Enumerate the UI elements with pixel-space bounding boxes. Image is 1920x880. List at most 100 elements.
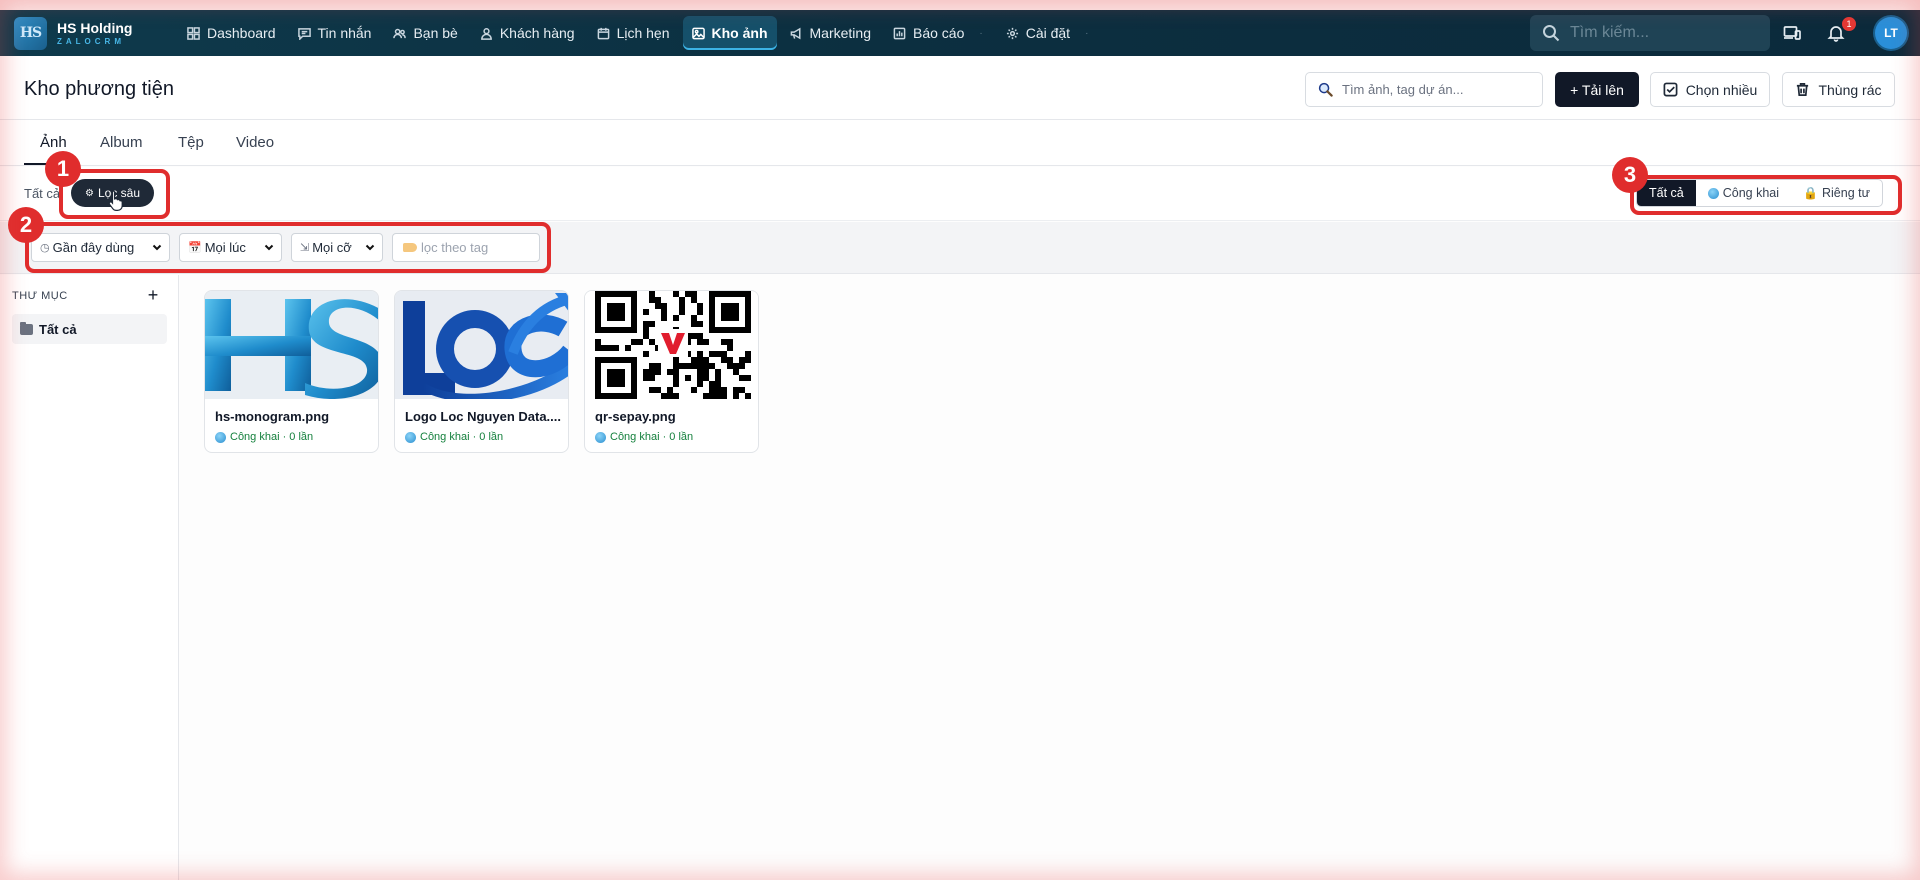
message-icon xyxy=(297,27,311,40)
global-search-input[interactable] xyxy=(1570,24,1750,42)
add-folder-button[interactable]: + xyxy=(145,285,161,306)
media-search-input[interactable] xyxy=(1342,82,1532,97)
tab-files[interactable]: Tệp xyxy=(178,134,204,151)
filter-all-link[interactable]: Tất cả xyxy=(24,186,60,201)
devices-button[interactable] xyxy=(1781,22,1803,44)
lock-icon: 🔒 xyxy=(1803,186,1818,200)
nav-item-label: Báo cáo xyxy=(912,25,965,41)
time-value: Mọi lúc xyxy=(204,240,246,255)
qr-code-graphic xyxy=(585,291,758,399)
visibility-all[interactable]: Tất cả xyxy=(1637,180,1696,206)
image-card[interactable]: hs-monogram.png Công khai · 0 lần xyxy=(204,290,379,453)
folder-item-all[interactable]: Tất cả xyxy=(12,314,167,344)
sort-select[interactable]: ◷ Gần đây dùng xyxy=(31,233,170,262)
brand-subtitle: ZALOCRM xyxy=(57,36,125,46)
tab-albums[interactable]: Album xyxy=(100,134,143,151)
nav-item-appointments[interactable]: Lịch hẹn xyxy=(588,16,679,50)
image-meta-text: Công khai · 0 lần xyxy=(420,431,504,443)
gear-icon xyxy=(1006,27,1018,39)
image-meta: Công khai · 0 lần xyxy=(595,431,693,443)
trash-icon xyxy=(1797,83,1809,96)
advanced-filter-bar: ◷ Gần đây dùng 📅 Mọi lúc ⇲ Mọi cỡ lọc th… xyxy=(0,222,1920,274)
separator-dot: · xyxy=(979,27,983,39)
avatar[interactable]: LT xyxy=(1875,17,1907,49)
image-meta-text: Công khai · 0 lần xyxy=(610,431,694,443)
folder-sidebar: THƯ MỤC + Tất cả xyxy=(0,275,179,880)
nav-item-friends[interactable]: Bạn bè xyxy=(384,16,466,50)
gear-icon: ⚙ xyxy=(85,187,94,199)
tag-filter-input[interactable]: lọc theo tag xyxy=(392,233,540,262)
nav-item-reports[interactable]: Báo cáo xyxy=(884,16,973,50)
nav-item-marketing[interactable]: Marketing xyxy=(781,16,880,50)
multi-select-button[interactable]: Chọn nhiều xyxy=(1650,72,1770,107)
visibility-public-label: Công khai xyxy=(1722,186,1780,200)
nav-item-label: Tin nhắn xyxy=(317,25,372,41)
annotation-badge-1: 1 xyxy=(45,151,81,187)
nav-item-label: Bạn bè xyxy=(413,25,458,41)
tab-images[interactable]: Ảnh xyxy=(40,134,67,151)
tag-icon xyxy=(403,243,417,252)
image-card[interactable]: qr-sepay.png Công khai · 0 lần xyxy=(584,290,759,453)
nav-item-label: Lịch hẹn xyxy=(616,25,670,41)
trash-button[interactable]: Thùng rác xyxy=(1782,72,1895,107)
nav-item-customers[interactable]: Khách hàng xyxy=(471,16,584,50)
friends-icon xyxy=(393,28,407,38)
magnifier-icon xyxy=(1318,82,1333,97)
nav-item-label: Kho ảnh xyxy=(711,25,768,41)
multi-select-label: Chọn nhiều xyxy=(1685,81,1758,98)
globe-icon xyxy=(215,431,226,443)
visibility-private-label: Riêng tư xyxy=(1822,186,1870,200)
chevron-down-icon xyxy=(365,244,375,251)
top-navbar: HS HS Holding ZALOCRM Dashboard Tin nhắn… xyxy=(0,10,1920,56)
annotation-badge-3: 3 xyxy=(1612,157,1648,193)
resize-icon: ⇲ xyxy=(300,242,310,254)
nav-item-label: Khách hàng xyxy=(499,25,575,41)
checkbox-icon xyxy=(1663,82,1678,97)
page-title: Kho phương tiện xyxy=(24,78,174,100)
global-search[interactable] xyxy=(1530,15,1770,51)
calendar-icon xyxy=(597,27,609,39)
upload-button[interactable]: + Tải lên xyxy=(1555,72,1639,107)
sort-value: Gần đây dùng xyxy=(52,240,135,255)
hs-monogram-graphic xyxy=(205,291,378,399)
image-card[interactable]: Logo Loc Nguyen Data.... Công khai · 0 l… xyxy=(394,290,569,453)
visibility-private[interactable]: 🔒 Riêng tư xyxy=(1791,180,1882,206)
nav-item-settings[interactable]: Cài đặt xyxy=(997,16,1079,50)
folder-icon xyxy=(20,321,33,335)
image-icon xyxy=(691,27,705,39)
top-strip xyxy=(0,0,1920,10)
image-thumbnail-hs-monogram xyxy=(205,291,378,399)
tag-filter-placeholder: lọc theo tag xyxy=(421,240,489,255)
annotation-badge-2: 2 xyxy=(8,207,44,243)
image-meta-text: Công khai · 0 lần xyxy=(230,431,314,443)
nav-item-label: Cài đặt xyxy=(1025,25,1071,41)
devices-icon xyxy=(1783,26,1801,40)
page-header: Kho phương tiện + Tải lên Chọn nhiều Thù… xyxy=(0,56,1920,120)
visibility-public[interactable]: Công khai xyxy=(1696,180,1791,206)
nav-item-media[interactable]: Kho ảnh xyxy=(682,16,777,50)
nav-item-messages[interactable]: Tin nhắn xyxy=(289,16,381,50)
chevron-down-icon xyxy=(152,244,162,251)
image-thumbnail-logo-loc xyxy=(395,291,568,399)
media-search[interactable] xyxy=(1305,72,1543,107)
image-name: qr-sepay.png xyxy=(595,409,676,424)
nav-item-label: Dashboard xyxy=(207,25,276,41)
brand-logo: HS xyxy=(14,16,47,50)
tab-videos[interactable]: Video xyxy=(236,134,274,151)
calendar-icon: 📅 xyxy=(188,242,202,254)
nav-menu: Dashboard Tin nhắn Bạn bè Khách hàng Lịc… xyxy=(178,10,1102,56)
size-select[interactable]: ⇲ Mọi cỡ xyxy=(291,233,383,262)
image-name: hs-monogram.png xyxy=(215,409,330,424)
loc-logo-graphic xyxy=(395,291,568,399)
brand[interactable]: HS HS Holding ZALOCRM xyxy=(14,16,162,50)
size-value: Mọi cỡ xyxy=(312,240,352,255)
visibility-toggle: Tất cả Công khai 🔒 Riêng tư xyxy=(1636,179,1883,207)
image-meta: Công khai · 0 lần xyxy=(215,431,313,443)
grid-icon xyxy=(187,26,200,40)
globe-icon xyxy=(1707,187,1719,199)
nav-item-label: Marketing xyxy=(809,25,871,41)
search-icon xyxy=(1543,25,1560,42)
time-select[interactable]: 📅 Mọi lúc xyxy=(179,233,282,262)
notifications-button[interactable]: 1 xyxy=(1825,16,1857,44)
nav-item-dashboard[interactable]: Dashboard xyxy=(178,16,285,50)
